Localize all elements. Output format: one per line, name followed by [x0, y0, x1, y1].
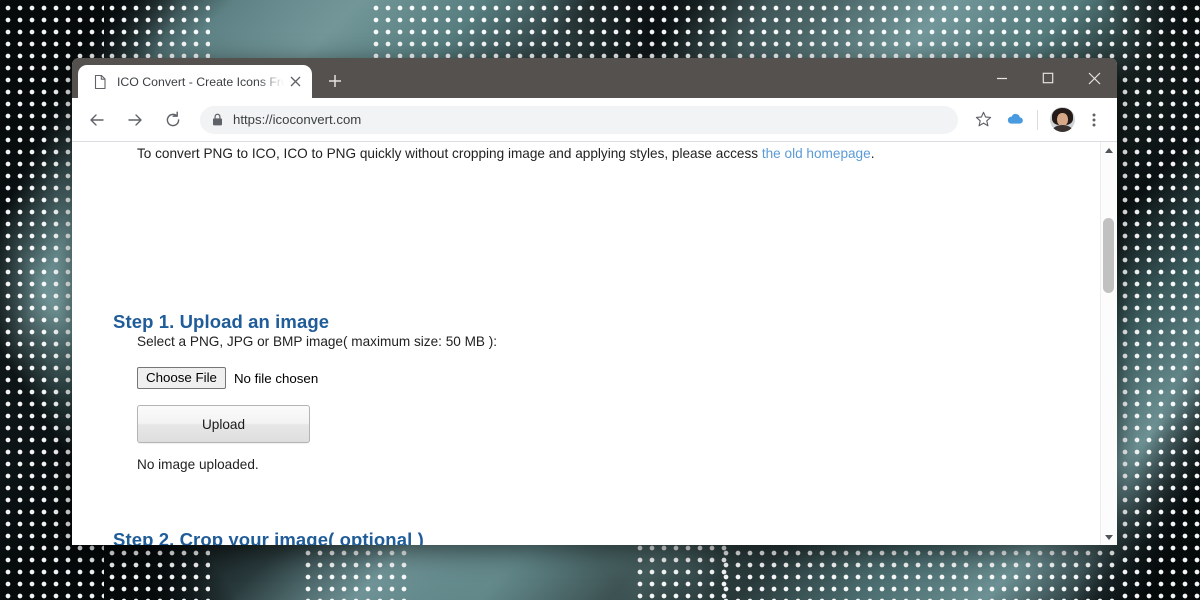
- arrow-left-icon: [88, 111, 106, 129]
- notice-text-after: .: [871, 146, 875, 161]
- halftone-dot-block: [732, 0, 972, 58]
- cloud-icon: [1006, 110, 1025, 129]
- tab-close-icon[interactable]: [286, 73, 304, 91]
- browser-window: ICO Convert - Create Icons From: [72, 58, 1117, 545]
- minimize-button[interactable]: [979, 58, 1025, 98]
- bookmark-button[interactable]: [968, 105, 998, 135]
- new-tab-button[interactable]: [320, 66, 350, 96]
- halftone-dot-block: [104, 0, 210, 58]
- tab-title: ICO Convert - Create Icons From: [117, 75, 284, 89]
- maximize-icon: [1042, 72, 1054, 84]
- halftone-dot-block: [718, 545, 972, 600]
- step2-heading: Step 2. Crop your image( optional ): [113, 529, 424, 545]
- tab-strip: ICO Convert - Create Icons From: [72, 58, 350, 98]
- halftone-dot-block: [368, 0, 632, 58]
- old-homepage-notice: To convert PNG to ICO, ICO to PNG quickl…: [137, 146, 874, 161]
- plus-icon: [328, 74, 342, 88]
- scrollbar-down-arrow[interactable]: [1101, 529, 1117, 545]
- file-input-row[interactable]: Choose File No file chosen: [137, 367, 318, 389]
- profile-button[interactable]: [1047, 105, 1077, 135]
- scrollbar-up-arrow[interactable]: [1101, 142, 1117, 158]
- toolbar-divider: [1037, 110, 1038, 130]
- page-content: To convert PNG to ICO, ICO to PNG quickl…: [72, 142, 1100, 545]
- halftone-dot-block: [972, 0, 1117, 58]
- three-dots-menu-icon: [1086, 112, 1102, 128]
- close-icon: [1088, 72, 1101, 85]
- star-icon: [975, 111, 992, 128]
- scrollbar-track[interactable]: [1101, 158, 1117, 529]
- halftone-dot-block: [104, 545, 210, 600]
- browser-tab[interactable]: ICO Convert - Create Icons From: [78, 65, 312, 98]
- sync-cloud-button[interactable]: [1000, 105, 1030, 135]
- page-scrollbar[interactable]: [1100, 142, 1117, 545]
- upload-button[interactable]: Upload: [137, 405, 310, 443]
- minimize-icon: [996, 72, 1008, 84]
- halftone-dot-block: [1117, 0, 1200, 600]
- forward-button[interactable]: [119, 104, 151, 136]
- page-document-icon: [92, 74, 108, 90]
- close-button[interactable]: [1071, 58, 1117, 98]
- reload-icon: [164, 111, 182, 129]
- browser-menu-button[interactable]: [1079, 105, 1109, 135]
- address-bar[interactable]: https://icoconvert.com: [200, 106, 958, 134]
- file-select-label: Select a PNG, JPG or BMP image( maximum …: [137, 334, 497, 349]
- back-button[interactable]: [81, 104, 113, 136]
- caret-down-icon: [1105, 535, 1113, 540]
- lock-icon: [212, 113, 224, 126]
- choose-file-button[interactable]: Choose File: [137, 367, 226, 389]
- reload-button[interactable]: [157, 104, 189, 136]
- browser-viewport: To convert PNG to ICO, ICO to PNG quickl…: [72, 142, 1117, 545]
- old-homepage-link[interactable]: the old homepage: [762, 146, 871, 161]
- url-text: https://icoconvert.com: [233, 112, 361, 127]
- upload-status-text: No image uploaded.: [137, 457, 259, 472]
- halftone-dot-block: [300, 545, 410, 600]
- arrow-right-icon: [126, 111, 144, 129]
- browser-titlebar: ICO Convert - Create Icons From: [72, 58, 1117, 98]
- maximize-button[interactable]: [1025, 58, 1071, 98]
- scrollbar-thumb[interactable]: [1103, 218, 1114, 293]
- window-controls: [979, 58, 1117, 98]
- avatar: [1050, 107, 1075, 132]
- halftone-dot-block: [972, 545, 1117, 600]
- notice-text-before: To convert PNG to ICO, ICO to PNG quickl…: [137, 146, 762, 161]
- browser-toolbar: https://icoconvert.com: [72, 98, 1117, 142]
- caret-up-icon: [1105, 148, 1113, 153]
- step1-heading: Step 1. Upload an image: [113, 311, 329, 333]
- file-status-text: No file chosen: [234, 371, 318, 386]
